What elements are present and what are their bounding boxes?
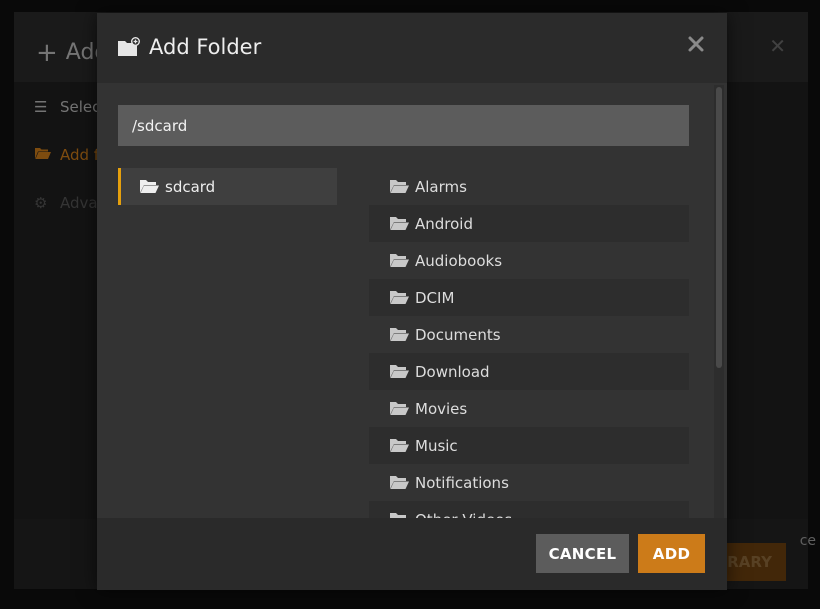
modal-title-text: Add Folder	[149, 35, 262, 59]
folder-open-icon	[139, 179, 159, 194]
folder-open-icon	[389, 364, 409, 379]
folder-item[interactable]: Music	[369, 427, 689, 464]
cancel-button[interactable]: CANCEL	[536, 534, 629, 573]
add-folder-modal: Add Folder sdcard Alarms Android Audiobo…	[97, 13, 727, 590]
folder-item[interactable]: Notifications	[369, 464, 689, 501]
folder-item[interactable]: Audiobooks	[369, 242, 689, 279]
close-icon[interactable]	[687, 35, 705, 53]
folder-item[interactable]: DCIM	[369, 279, 689, 316]
modal-title: Add Folder	[117, 35, 261, 59]
modal-header: Add Folder	[97, 13, 727, 83]
root-item-sdcard[interactable]: sdcard	[118, 168, 337, 205]
subfolder-list: Alarms Android Audiobooks DCIM Documents…	[369, 168, 689, 520]
modal-scrollbar[interactable]	[714, 85, 724, 518]
scrollbar-thumb[interactable]	[716, 87, 722, 368]
folder-open-icon	[389, 475, 409, 490]
folder-item[interactable]: Android	[369, 205, 689, 242]
folder-open-icon	[389, 438, 409, 453]
folder-open-icon	[389, 253, 409, 268]
folder-open-icon	[389, 401, 409, 416]
folder-open-icon	[389, 290, 409, 305]
folder-item[interactable]: Movies	[369, 390, 689, 427]
folder-add-icon	[118, 37, 140, 56]
folder-open-icon	[389, 327, 409, 342]
modal-footer: CANCEL ADD	[97, 518, 727, 590]
folder-path-input[interactable]	[118, 105, 689, 146]
folder-item[interactable]: Download	[369, 353, 689, 390]
folder-item[interactable]: Documents	[369, 316, 689, 353]
folder-open-icon	[389, 179, 409, 194]
folder-item[interactable]: Alarms	[369, 168, 689, 205]
add-button[interactable]: ADD	[638, 534, 705, 573]
root-folder-list: sdcard	[118, 168, 337, 205]
folder-open-icon	[389, 216, 409, 231]
